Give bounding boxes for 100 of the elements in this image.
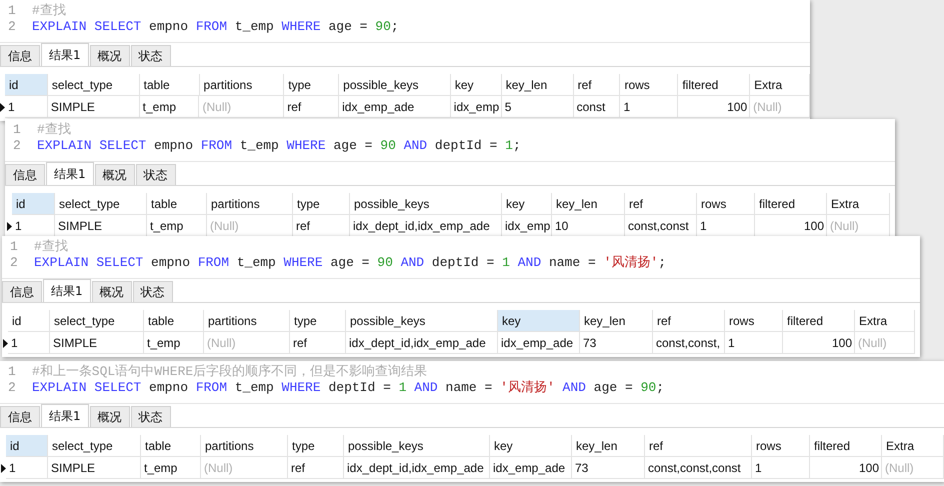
line-number: 2 bbox=[13, 138, 22, 154]
line-number: 1 bbox=[8, 3, 17, 19]
column-header[interactable]: key_len bbox=[572, 435, 645, 457]
column-header[interactable]: partitions bbox=[207, 193, 293, 215]
table-cell: SIMPLE bbox=[50, 332, 144, 354]
table-cell: idx_emp_ade bbox=[490, 457, 572, 479]
table-cell: ref bbox=[284, 96, 340, 118]
column-header[interactable]: id bbox=[5, 74, 48, 96]
table-cell: SIMPLE bbox=[48, 96, 140, 118]
column-header[interactable]: Extra bbox=[750, 74, 810, 96]
table-cell: ref bbox=[290, 332, 346, 354]
result-tab[interactable]: 信息 bbox=[0, 45, 40, 66]
table-cell: 1 bbox=[5, 96, 48, 118]
table-cell: idx_dept_id,idx_emp_ade bbox=[344, 457, 490, 479]
column-header[interactable]: type bbox=[284, 74, 340, 96]
column-header[interactable]: select_type bbox=[48, 435, 141, 457]
column-header[interactable]: possible_keys bbox=[339, 74, 451, 96]
table-cell: idx_emp bbox=[450, 96, 502, 118]
column-header[interactable]: filtered bbox=[783, 310, 855, 332]
column-header[interactable]: key bbox=[450, 74, 502, 96]
column-header[interactable]: Extra bbox=[882, 435, 944, 457]
column-header[interactable]: rows bbox=[697, 193, 755, 215]
table-cell: 100 bbox=[783, 332, 855, 354]
result-tab[interactable]: 概况 bbox=[94, 164, 135, 185]
table-cell: const,const,const bbox=[645, 457, 752, 479]
column-header[interactable]: id bbox=[12, 193, 55, 215]
result-tab[interactable]: 状态 bbox=[132, 281, 173, 302]
column-header[interactable]: select_type bbox=[55, 193, 147, 215]
table-cell: SIMPLE bbox=[48, 457, 141, 479]
result-tab[interactable]: 状态 bbox=[136, 164, 176, 185]
column-header[interactable]: id bbox=[8, 310, 50, 332]
table-cell: 1 bbox=[620, 96, 678, 118]
code-line: #查找 bbox=[32, 3, 66, 19]
column-header[interactable]: key_len bbox=[580, 310, 653, 332]
result-tab[interactable]: 结果1 bbox=[41, 43, 89, 66]
column-header[interactable]: Extra bbox=[827, 193, 890, 215]
column-header[interactable]: key bbox=[502, 193, 552, 215]
column-header[interactable]: type bbox=[290, 310, 346, 332]
result-tab[interactable]: 状态 bbox=[130, 406, 171, 427]
column-header[interactable]: ref bbox=[645, 435, 752, 457]
result-tab[interactable]: 结果1 bbox=[41, 404, 89, 427]
column-header[interactable]: Extra bbox=[855, 310, 915, 332]
result-tab[interactable]: 状态 bbox=[130, 45, 171, 66]
column-header[interactable]: ref bbox=[574, 74, 620, 96]
table-cell: 1 bbox=[8, 332, 50, 354]
result-tab[interactable]: 结果1 bbox=[46, 162, 94, 185]
column-header[interactable]: key_len bbox=[502, 74, 574, 96]
result-tab[interactable]: 概况 bbox=[90, 45, 130, 66]
column-header[interactable]: possible_keys bbox=[346, 310, 498, 332]
column-header[interactable]: possible_keys bbox=[350, 193, 502, 215]
code-line: EXPLAIN SELECT empno FROM t_emp WHERE deptId = 1 AND name = '风清扬' AND age = 90; bbox=[32, 380, 664, 396]
table-cell: 73 bbox=[580, 332, 653, 354]
column-header[interactable]: filtered bbox=[755, 193, 827, 215]
code-line: #查找 bbox=[37, 122, 71, 138]
column-header[interactable]: partitions bbox=[200, 74, 284, 96]
code-line: EXPLAIN SELECT empno FROM t_emp WHERE age = 90; bbox=[32, 19, 399, 35]
table-cell: idx_emp_ade bbox=[498, 332, 580, 354]
column-header[interactable]: key_len bbox=[552, 193, 625, 215]
column-header[interactable]: select_type bbox=[48, 74, 140, 96]
column-header[interactable]: rows bbox=[725, 310, 783, 332]
column-header[interactable]: type bbox=[288, 435, 344, 457]
line-number: 2 bbox=[10, 255, 19, 271]
column-header[interactable]: table bbox=[147, 193, 207, 215]
column-header[interactable]: filtered bbox=[810, 435, 882, 457]
column-header[interactable]: rows bbox=[752, 435, 810, 457]
code-line: EXPLAIN SELECT empno FROM t_emp WHERE age = 90 AND deptId = 1; bbox=[37, 138, 521, 154]
column-header[interactable]: key bbox=[498, 310, 580, 332]
result-tab[interactable]: 信息 bbox=[5, 164, 45, 185]
result-tab[interactable]: 信息 bbox=[0, 406, 40, 427]
line-number: 1 bbox=[8, 364, 17, 380]
column-header[interactable]: ref bbox=[653, 310, 725, 332]
table-cell: (Null) bbox=[204, 332, 290, 354]
table-cell: t_emp bbox=[144, 332, 204, 354]
result-tab[interactable]: 概况 bbox=[90, 406, 130, 427]
line-number: 2 bbox=[8, 19, 17, 35]
code-line: #查找 bbox=[34, 239, 68, 255]
table-cell: (Null) bbox=[750, 96, 810, 118]
table-cell: (Null) bbox=[201, 457, 288, 479]
column-header[interactable]: select_type bbox=[50, 310, 144, 332]
column-header[interactable]: filtered bbox=[678, 74, 750, 96]
table-cell: const bbox=[574, 96, 620, 118]
table-cell: 1 bbox=[725, 332, 783, 354]
line-number: 1 bbox=[13, 122, 22, 138]
result-tab[interactable]: 结果1 bbox=[43, 279, 91, 302]
table-cell: const,const, bbox=[653, 332, 725, 354]
table-cell: 73 bbox=[572, 457, 645, 479]
column-header[interactable]: table bbox=[141, 435, 201, 457]
column-header[interactable]: table bbox=[140, 74, 200, 96]
column-header[interactable]: possible_keys bbox=[344, 435, 490, 457]
column-header[interactable]: partitions bbox=[201, 435, 288, 457]
column-header[interactable]: rows bbox=[620, 74, 678, 96]
column-header[interactable]: ref bbox=[625, 193, 697, 215]
column-header[interactable]: type bbox=[293, 193, 350, 215]
column-header[interactable]: key bbox=[490, 435, 572, 457]
column-header[interactable]: partitions bbox=[204, 310, 290, 332]
column-header[interactable]: table bbox=[144, 310, 204, 332]
table-cell: 1 bbox=[752, 457, 810, 479]
result-tab[interactable]: 概况 bbox=[92, 281, 132, 302]
column-header[interactable]: id bbox=[6, 435, 48, 457]
result-tab[interactable]: 信息 bbox=[2, 281, 42, 302]
